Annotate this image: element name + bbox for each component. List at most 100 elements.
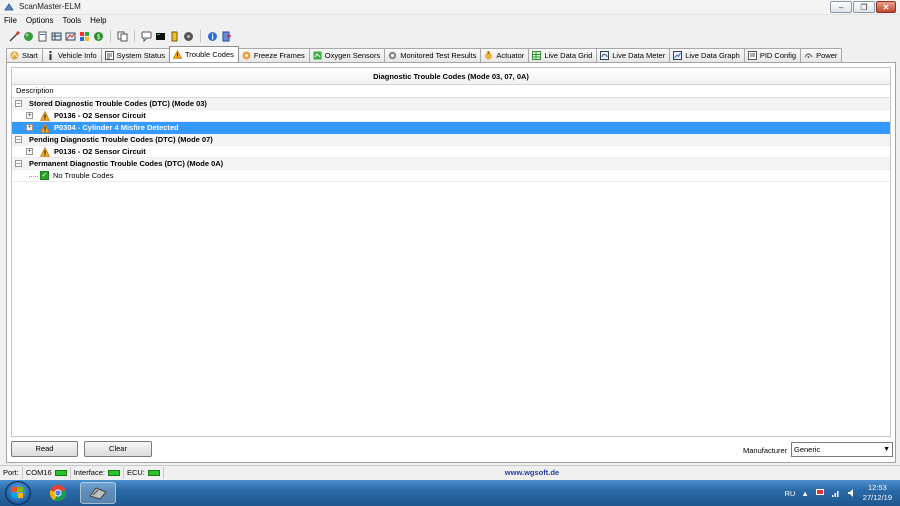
battery-icon[interactable] [169, 31, 180, 42]
collapse-icon[interactable]: – [15, 136, 22, 143]
freeze-icon [242, 51, 251, 60]
start-icon [10, 51, 19, 60]
chart-icon[interactable] [65, 31, 76, 42]
chat-icon[interactable] [141, 31, 152, 42]
manufacturer-select[interactable]: Generic ▼ [791, 442, 893, 457]
language-indicator[interactable]: RU [785, 489, 796, 498]
connect-icon[interactable] [9, 30, 20, 42]
manufacturer-value: Generic [794, 445, 821, 454]
close-button[interactable]: ✕ [876, 1, 896, 13]
tab-power[interactable]: Power [800, 48, 843, 62]
tab-label: Live Data Meter [612, 51, 666, 60]
warning-icon [40, 122, 50, 133]
toolbar-separator [134, 30, 135, 42]
group-label: Permanent Diagnostic Trouble Codes (DTC)… [29, 159, 224, 168]
disk-icon[interactable] [183, 31, 194, 42]
interface-label: Interface: [73, 468, 105, 477]
tab-system-status[interactable]: System Status [100, 48, 170, 62]
tab-live-data-grid[interactable]: Live Data Grid [528, 48, 598, 62]
interface-status: Interface: [71, 466, 124, 479]
stored-dtc-group[interactable]: – Stored Diagnostic Trouble Codes (DTC) … [12, 98, 890, 110]
flag-icon[interactable] [815, 488, 825, 498]
tab-start[interactable]: Start [6, 48, 43, 62]
dollar-icon[interactable]: $ [93, 31, 104, 42]
expand-icon[interactable]: + [26, 148, 33, 155]
port-value-cell: COM16 [23, 466, 71, 479]
tab-monitored-test-results[interactable]: Monitored Test Results [384, 48, 482, 62]
ecu-label: ECU: [126, 468, 145, 477]
chevron-down-icon[interactable]: ▼ [883, 443, 890, 456]
terminal-icon[interactable] [155, 31, 166, 42]
network-icon[interactable] [831, 488, 841, 498]
status-bar: Port: COM16 Interface: ECU: www.wgsoft.d… [0, 465, 900, 479]
collapse-icon[interactable]: – [15, 160, 22, 167]
port-label: Port: [3, 468, 19, 477]
tab-pid-config[interactable]: PID Config [743, 48, 802, 62]
menu-file[interactable]: File [4, 15, 17, 27]
colorful-icon[interactable] [79, 31, 90, 42]
dtc-row-selected[interactable]: + P0304 - Cylinder 4 Misfire Detected [12, 122, 890, 134]
pending-dtc-group[interactable]: – Pending Diagnostic Trouble Codes (DTC)… [12, 134, 890, 146]
port-led-icon [54, 469, 67, 476]
read-button[interactable]: Read [11, 441, 78, 457]
tab-label: Oxygen Sensors [324, 51, 381, 60]
tab-label: Power [816, 51, 838, 60]
warning-icon [40, 110, 50, 121]
exit-icon[interactable] [221, 31, 232, 42]
tab-trouble-codes[interactable]: Trouble Codes [168, 46, 239, 62]
toolbar-separator [200, 30, 201, 42]
status-icon [104, 51, 114, 60]
globe-icon[interactable] [23, 31, 34, 42]
minimize-button[interactable]: – [830, 1, 852, 13]
expand-icon[interactable]: + [26, 112, 33, 119]
svg-text:$: $ [97, 33, 101, 41]
dtc-header: Diagnostic Trouble Codes (Mode 03, 07, 0… [12, 68, 890, 85]
tray-expand-icon[interactable]: ▲ [801, 489, 808, 498]
gear-icon [388, 51, 397, 60]
volume-icon[interactable] [847, 488, 857, 498]
tab-live-data-meter[interactable]: Live Data Meter [596, 48, 671, 62]
pid-icon [747, 51, 757, 60]
grid-icon[interactable] [51, 31, 62, 42]
info-icon [49, 51, 52, 60]
collapse-icon[interactable]: – [15, 100, 22, 107]
info-icon[interactable] [207, 31, 218, 42]
menu-help[interactable]: Help [90, 15, 106, 27]
tab-oxygen-sensors[interactable]: Oxygen Sensors [308, 48, 386, 62]
expand-icon[interactable]: + [26, 124, 33, 131]
taskbar-chrome[interactable] [40, 482, 76, 504]
menu-tools[interactable]: Tools [62, 15, 81, 27]
menu-options[interactable]: Options [26, 15, 54, 27]
toolbar: $ [0, 28, 900, 44]
power-icon [804, 53, 813, 58]
graph-icon [673, 51, 683, 60]
tab-freeze-frames[interactable]: Freeze Frames [237, 48, 310, 62]
permanent-dtc-group[interactable]: – Permanent Diagnostic Trouble Codes (DT… [12, 158, 890, 170]
tab-live-data-graph[interactable]: Live Data Graph [669, 48, 745, 62]
taskbar-scanmaster[interactable] [80, 482, 116, 504]
dtc-row[interactable]: + P0136 - O2 Sensor Circuit [12, 146, 890, 158]
tab-vehicle-info[interactable]: Vehicle Info [41, 48, 102, 62]
ecu-status: ECU: [124, 466, 164, 479]
document-icon[interactable] [37, 31, 48, 42]
chrome-icon [49, 484, 67, 502]
tab-strip: Start Vehicle Info System Status Trouble… [6, 46, 843, 62]
warning-icon [40, 146, 50, 157]
tab-label: Vehicle Info [57, 51, 97, 60]
copy-icon[interactable] [117, 31, 128, 42]
dtc-row[interactable]: ✓ No Trouble Codes [12, 170, 890, 182]
tab-label: Monitored Test Results [400, 51, 477, 60]
manufacturer-label: Manufacturer [743, 446, 788, 455]
clock[interactable]: 12:53 27/12/19 [863, 483, 892, 503]
grid-icon [532, 51, 542, 60]
window-title: ScanMaster-ELM [19, 2, 81, 11]
start-button[interactable] [5, 481, 31, 505]
restore-button[interactable]: ❐ [853, 1, 875, 13]
tab-label: Live Data Grid [544, 51, 593, 60]
column-header-description[interactable]: Description [12, 85, 890, 98]
website-link[interactable]: www.wgsoft.de [164, 468, 900, 477]
clear-button[interactable]: Clear [84, 441, 152, 457]
dtc-tree: Diagnostic Trouble Codes (Mode 03, 07, 0… [11, 67, 891, 437]
dtc-row[interactable]: + P0136 - O2 Sensor Circuit [12, 110, 890, 122]
tab-actuator[interactable]: Actuator [480, 48, 530, 62]
